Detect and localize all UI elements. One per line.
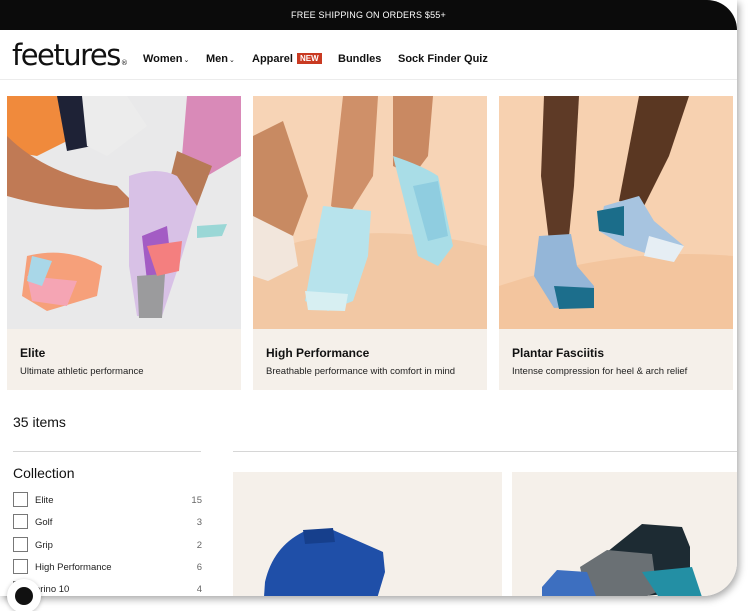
- divider: [233, 451, 737, 452]
- nav-women[interactable]: Women⌄: [143, 53, 189, 65]
- product-image: [264, 528, 385, 596]
- collection-card-elite[interactable]: Elite Ultimate athletic performance: [7, 96, 241, 390]
- filter-option-label: Grip: [35, 540, 53, 551]
- divider: [13, 451, 201, 452]
- checkbox[interactable]: [13, 492, 28, 507]
- filter-option-count: 6: [196, 562, 202, 573]
- collection-title: Elite: [20, 346, 46, 360]
- filter-option-label: Elite: [35, 495, 54, 506]
- collection-image-high-performance: [253, 96, 487, 329]
- feetures-logo[interactable]: feetures®: [12, 38, 128, 72]
- nav-apparel[interactable]: Apparel NEW: [252, 53, 322, 65]
- filter-option-golf[interactable]: Golf 3: [13, 514, 202, 530]
- filter-option-label: High Performance: [35, 562, 112, 573]
- filter-option-count: 2: [196, 540, 202, 551]
- collection-title: Plantar Fasciitis: [512, 346, 605, 360]
- nav-men[interactable]: Men⌄: [206, 53, 235, 65]
- new-badge: NEW: [296, 53, 322, 64]
- nav-bundles[interactable]: Bundles: [338, 53, 381, 65]
- collection-title: High Performance: [266, 346, 370, 360]
- chat-icon: [15, 587, 33, 605]
- checkbox[interactable]: [13, 559, 28, 574]
- collection-image-elite: [7, 96, 241, 329]
- checkbox[interactable]: [13, 537, 28, 552]
- promo-banner[interactable]: FREE SHIPPING ON ORDERS $55+: [0, 0, 737, 30]
- filter-collection-heading: Collection: [13, 465, 75, 481]
- main-navigation: feetures® Women⌄ Men⌄ Apparel NEW Bundles…: [0, 30, 737, 80]
- browser-viewport: FREE SHIPPING ON ORDERS $55+ feetures® W…: [0, 0, 737, 596]
- collection-description: Ultimate athletic performance: [20, 366, 144, 377]
- checkbox[interactable]: [13, 514, 28, 529]
- filter-option-label: Golf: [35, 517, 53, 528]
- filter-option-elite[interactable]: Elite 15: [13, 492, 202, 508]
- chat-button[interactable]: [7, 579, 41, 611]
- promo-text: FREE SHIPPING ON ORDERS $55+: [291, 10, 446, 20]
- product-card[interactable]: [512, 472, 737, 596]
- filter-option-high-performance[interactable]: High Performance 6: [13, 559, 202, 575]
- filter-option-count: 15: [191, 495, 202, 506]
- chevron-down-icon: ⌄: [183, 57, 190, 64]
- collection-description: Breathable performance with comfort in m…: [266, 366, 456, 377]
- filter-option-grip[interactable]: Grip 2: [13, 537, 202, 553]
- filter-option-count: 4: [196, 584, 202, 595]
- results-count: 35 items: [13, 414, 66, 430]
- collection-description: Intense compression for heel & arch reli…: [512, 366, 688, 377]
- collection-card-high-performance[interactable]: High Performance Breathable performance …: [253, 96, 487, 390]
- nav-sock-finder-quiz[interactable]: Sock Finder Quiz: [398, 53, 488, 65]
- product-card[interactable]: [233, 472, 502, 596]
- collection-card-plantar-fasciitis[interactable]: Plantar Fasciitis Intense compression fo…: [499, 96, 733, 390]
- product-image: [542, 524, 702, 596]
- chevron-down-icon: ⌄: [229, 57, 235, 64]
- filter-option-count: 3: [196, 517, 202, 528]
- collection-image-plantar-fasciitis: [499, 96, 733, 329]
- filter-option-merino-10[interactable]: erino 10 4: [13, 581, 202, 596]
